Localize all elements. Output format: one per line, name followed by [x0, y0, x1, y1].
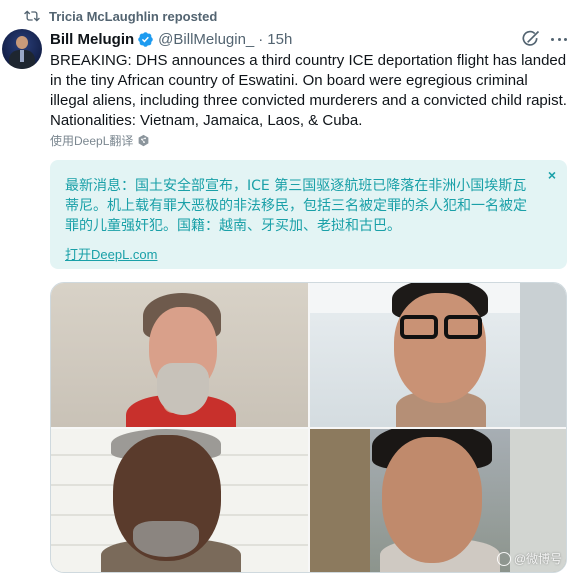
mugshot-photo-4[interactable]: @微博号 — [310, 429, 566, 572]
repost-icon — [24, 10, 40, 22]
watermark-text: @微博号 — [513, 552, 562, 566]
avatar[interactable] — [2, 29, 42, 69]
mugshot-photo-1[interactable] — [51, 283, 308, 427]
tweet-header: Bill Melugin @BillMelugin_ · 15h — [50, 29, 292, 49]
author-display-name[interactable]: Bill Melugin — [50, 31, 134, 48]
deepl-translation-card: 最新消息：国土安全部宣布，ICE 第三国驱逐航班已降落在非洲小国埃斯瓦蒂尼。机上… — [50, 160, 567, 269]
repost-indicator[interactable]: Tricia McLaughlin reposted — [24, 7, 217, 25]
mugshot-photo-2[interactable] — [310, 283, 566, 427]
more-options-icon[interactable] — [548, 29, 570, 49]
repost-text: Tricia McLaughlin reposted — [49, 8, 218, 24]
media-grid: @微博号 — [50, 282, 567, 573]
deepl-translate-link[interactable]: 使用DeepL翻译 — [50, 132, 150, 149]
weibo-watermark: @微博号 — [496, 550, 562, 567]
timestamp[interactable]: 15h — [267, 31, 292, 48]
tweet-text: BREAKING: DHS announces a third country … — [50, 52, 567, 129]
grok-icon[interactable] — [521, 29, 541, 49]
translation-text: 最新消息：国土安全部宣布，ICE 第三国驱逐航班已降落在非洲小国埃斯瓦蒂尼。机上… — [65, 178, 527, 234]
open-deepl-link[interactable]: 打开DeepL.com — [65, 244, 157, 263]
mugshot-photo-3[interactable] — [51, 429, 308, 572]
close-icon[interactable]: × — [548, 167, 556, 183]
separator-dot: · — [258, 30, 264, 48]
translate-label: 使用DeepL翻译 — [50, 134, 134, 148]
deepl-icon — [139, 134, 149, 147]
verified-badge-icon — [138, 31, 153, 47]
weibo-icon — [496, 551, 511, 566]
author-handle[interactable]: @BillMelugin_ — [158, 31, 254, 48]
